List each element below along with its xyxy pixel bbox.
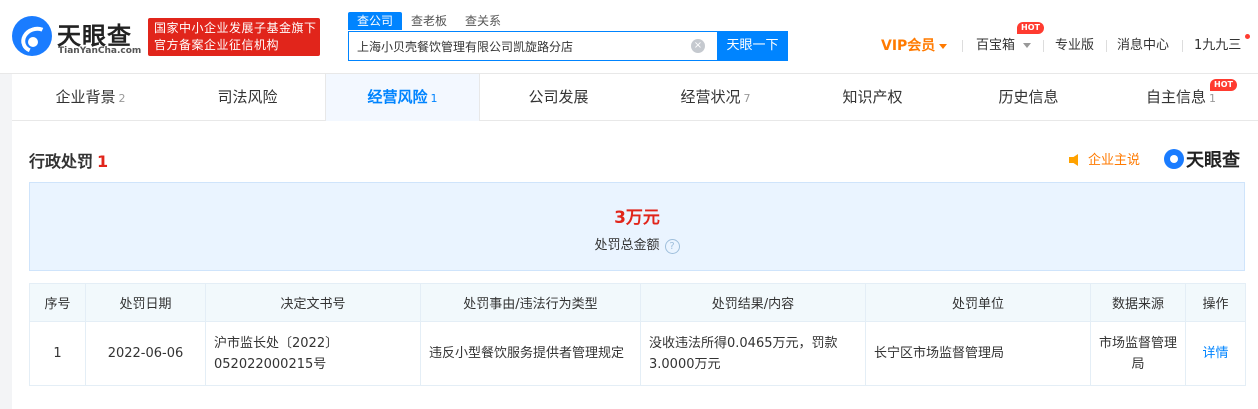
treasure-menu[interactable]: 百宝箱: [976, 36, 1032, 56]
divider: [1106, 40, 1107, 52]
logo[interactable]: 天眼查 TianYanCha.com: [12, 14, 142, 60]
tab-count: 1: [430, 92, 438, 105]
penalty-summary: 3万元 处罚总金额?: [29, 182, 1245, 271]
brand-logo: 天眼查: [1164, 146, 1240, 172]
tab-development[interactable]: 公司发展: [480, 74, 637, 121]
tab-count: 1: [1209, 92, 1216, 105]
penalty-date: 2022-06-06: [85, 321, 206, 386]
column-header: 序号: [29, 283, 86, 322]
column-header: 决定文书号: [205, 283, 421, 322]
chevron-down-icon: [939, 43, 948, 49]
tab-judicial-risk[interactable]: 司法风险: [169, 74, 326, 121]
tab-label: 知识产权: [842, 88, 903, 106]
tab-history[interactable]: 历史信息: [951, 74, 1106, 121]
tab-label: 历史信息: [998, 88, 1059, 106]
divider: [1182, 40, 1183, 52]
messages-link[interactable]: 消息中心: [1117, 36, 1169, 56]
section-count: 1: [97, 152, 109, 171]
penalty-total-label: 处罚总金额?: [30, 234, 1244, 254]
penalty-table: 序号 处罚日期 决定文书号 处罚事由/违法行为类型 处罚结果/内容 处罚单位 数…: [29, 283, 1246, 386]
gov-badge-line1: 国家中小企业发展子基金旗下: [154, 21, 317, 35]
penalty-total-label-text: 处罚总金额: [594, 238, 660, 253]
search-tab-company[interactable]: 查公司: [348, 12, 403, 30]
tab-ip[interactable]: 知识产权: [794, 74, 951, 121]
hot-badge: HOT: [1210, 79, 1237, 91]
decision-doc-no: 沪市监长处〔2022〕052022000215号: [205, 321, 421, 386]
search-tab-relation[interactable]: 查关系: [456, 12, 510, 30]
table-row: 1 2022-06-06 沪市监长处〔2022〕052022000215号 违反…: [29, 321, 1246, 386]
column-header: 数据来源: [1090, 283, 1186, 322]
table-header-row: 序号 处罚日期 决定文书号 处罚事由/违法行为类型 处罚结果/内容 处罚单位 数…: [29, 283, 1246, 322]
search-tabs: 查公司 查老板 查关系: [348, 12, 510, 30]
column-header: 处罚单位: [865, 283, 1091, 322]
user-menu[interactable]: 1九九三: [1194, 36, 1241, 56]
penalty-result: 没收违法所得0.0465万元，罚款3.0000万元: [640, 321, 866, 386]
top-header: 天眼查 TianYanCha.com 国家中小企业发展子基金旗下 官方备案企业征…: [0, 0, 1258, 74]
tab-count: 7: [743, 92, 751, 105]
notification-dot: [1245, 34, 1250, 39]
column-header: 处罚结果/内容: [640, 283, 866, 322]
tab-background[interactable]: 企业背景 2: [12, 74, 169, 121]
search-box: ×: [348, 31, 718, 61]
detail-link[interactable]: 详情: [1185, 321, 1246, 386]
section-title: 行政处罚 1: [29, 148, 108, 172]
speaker-icon: [1069, 154, 1078, 166]
divider: [1043, 40, 1044, 52]
gov-badge: 国家中小企业发展子基金旗下 官方备案企业征信机构: [148, 18, 320, 56]
tab-label: 自主信息: [1145, 88, 1206, 106]
pro-link[interactable]: 专业版: [1055, 36, 1094, 56]
column-header: 处罚日期: [85, 283, 206, 322]
treasure-label: 百宝箱: [976, 38, 1016, 53]
row-index: 1: [29, 321, 86, 386]
search-tab-boss[interactable]: 查老板: [402, 12, 456, 30]
gov-badge-line2: 官方备案企业征信机构: [154, 38, 280, 52]
tianyancha-logo-icon: [12, 16, 52, 56]
brand-name: 天眼查: [1186, 150, 1240, 171]
tab-operating-risk[interactable]: 经营风险 1: [325, 74, 480, 121]
admin-penalty-section: 行政处罚 1 企业主说 天眼查 3万元 处罚总金额? 序号 处罚日期 决定文书号 …: [12, 121, 1258, 409]
tab-label: 司法风险: [217, 88, 278, 106]
tab-operating-status[interactable]: 经营状况 7: [637, 74, 794, 121]
penalty-unit: 长宁区市场监督管理局: [865, 321, 1091, 386]
company-says-link[interactable]: 企业主说: [1069, 149, 1140, 168]
vip-label: VIP会员: [881, 38, 936, 54]
vip-menu[interactable]: VIP会员: [881, 36, 948, 56]
hot-badge: HOT: [1017, 22, 1044, 34]
section-title-text: 行政处罚: [29, 152, 94, 171]
clear-icon[interactable]: ×: [691, 39, 705, 53]
search-button[interactable]: 天眼一下: [717, 31, 788, 61]
divider: [962, 40, 963, 52]
search-input[interactable]: [349, 32, 679, 60]
help-icon[interactable]: ?: [664, 239, 680, 254]
penalty-total-amount: 3万元: [614, 208, 660, 228]
tab-count: 2: [118, 92, 126, 105]
penalty-reason: 违反小型餐饮服务提供者管理规定: [420, 321, 641, 386]
tab-label: 企业背景: [55, 88, 116, 106]
tab-label: 经营状况: [680, 88, 741, 106]
chevron-down-icon: [1023, 43, 1032, 48]
company-says-label: 企业主说: [1088, 153, 1141, 168]
tab-label: 经营风险: [367, 88, 428, 106]
data-source: 市场监督管理局: [1090, 321, 1186, 386]
tianyancha-logo-icon: [1164, 149, 1184, 169]
tab-label: 公司发展: [528, 88, 589, 106]
category-tabs: 企业背景 2 司法风险 经营风险 1 公司发展 经营状况 7 知识产权 历史信息 自主…: [12, 74, 1258, 121]
column-header: 处罚事由/违法行为类型: [420, 283, 641, 322]
column-header: 操作: [1185, 283, 1246, 322]
logo-subtitle: TianYanCha.com: [58, 46, 142, 56]
